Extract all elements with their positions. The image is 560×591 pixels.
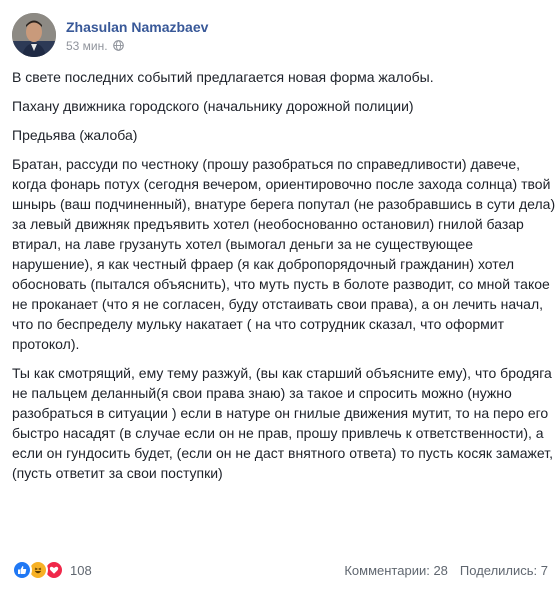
post-header: Zhasulan Namazbaev 53 мин. — [12, 10, 208, 60]
comments-count-link[interactable]: Комментарии: 28 — [344, 563, 448, 578]
timestamp-row: 53 мин. — [66, 39, 208, 53]
reactions-summary[interactable]: 108 — [12, 560, 92, 580]
post-stats: Комментарии: 28 Поделились: 7 — [332, 563, 548, 578]
post-paragraph: В свете последних событий предлагается н… — [12, 69, 434, 85]
post-paragraph: Братан, рассуди по честноку (прошу разоб… — [12, 156, 556, 352]
author-name[interactable]: Zhasulan Namazbaev — [66, 18, 208, 36]
reaction-count[interactable]: 108 — [70, 563, 92, 578]
globe-icon — [112, 40, 124, 51]
post-paragraph: Предьява (жалоба) — [12, 127, 138, 143]
avatar-image — [12, 13, 56, 57]
avatar[interactable] — [12, 13, 56, 57]
post-footer: 108 Комментарии: 28 Поделились: 7 — [12, 559, 548, 581]
post-paragraph: Пахану движника городского (начальнику д… — [12, 98, 414, 114]
timestamp[interactable]: 53 мин. — [66, 39, 108, 53]
post-paragraph: Ты как смотрящий, ему тему разжуй, (вы к… — [12, 365, 553, 481]
like-icon — [12, 560, 32, 580]
shares-count-link[interactable]: Поделились: 7 — [460, 563, 548, 578]
post-meta: Zhasulan Namazbaev 53 мин. — [66, 18, 208, 53]
facebook-post: Zhasulan Namazbaev 53 мин. В свете после… — [0, 0, 560, 591]
post-body: В свете последних событий предлагается н… — [12, 67, 557, 492]
